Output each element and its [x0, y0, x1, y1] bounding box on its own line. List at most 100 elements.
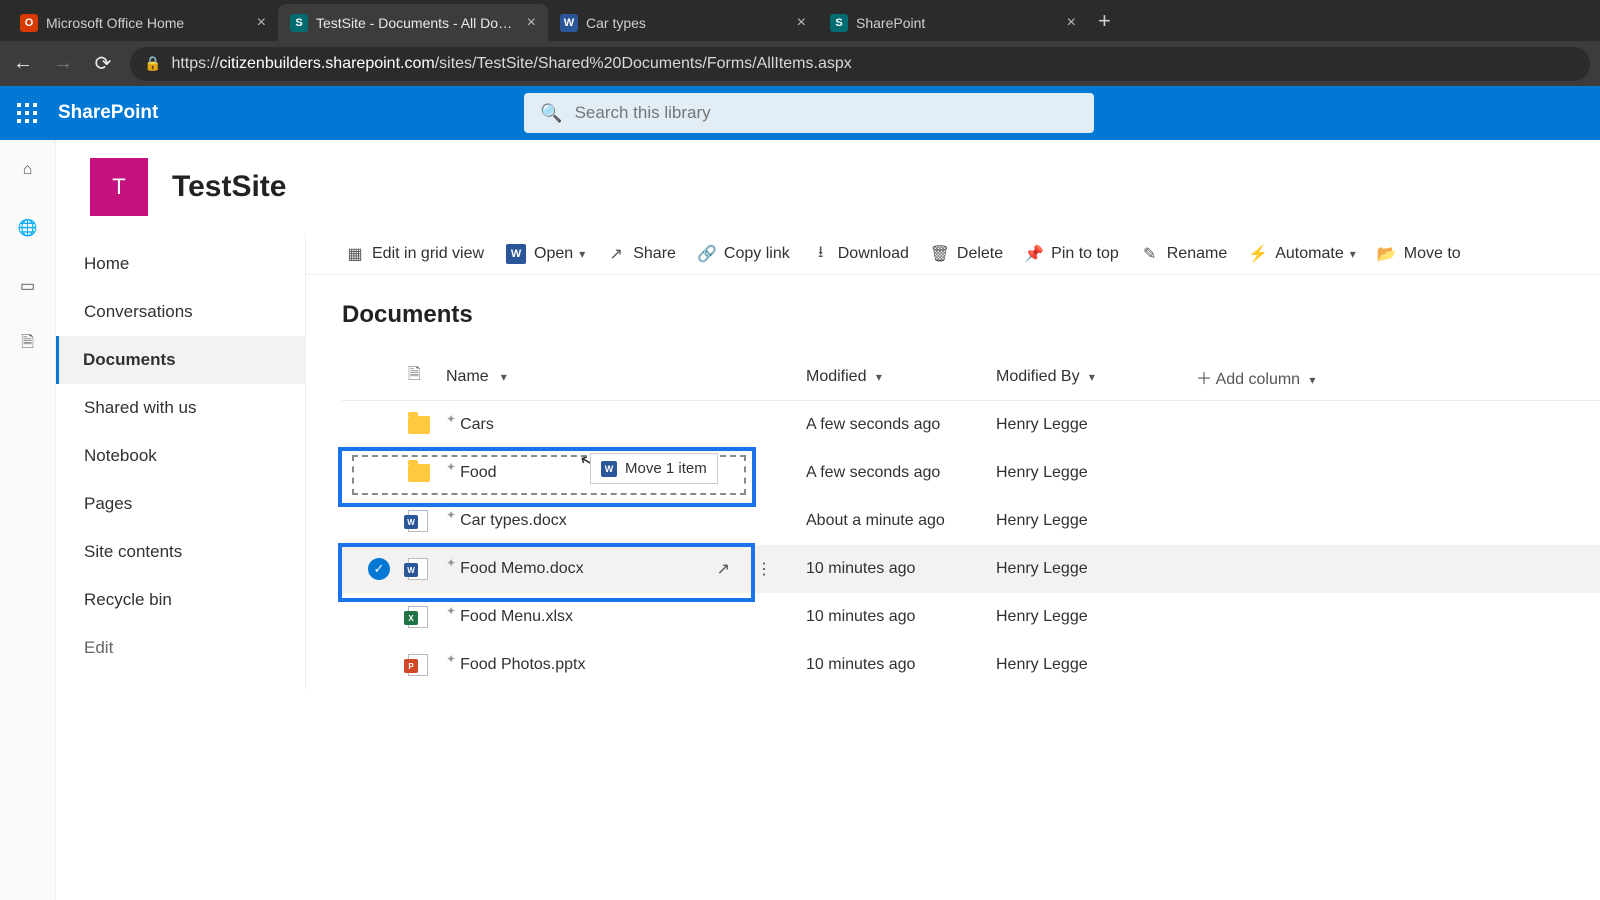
- browser-tab-0[interactable]: O Microsoft Office Home ×: [8, 4, 278, 41]
- search-box[interactable]: 🔍: [524, 93, 1094, 133]
- waffle-icon: [17, 103, 37, 123]
- tab-close-icon[interactable]: ×: [1067, 14, 1076, 32]
- nav-site-contents[interactable]: Site contents: [56, 528, 305, 576]
- favicon-office-icon: O: [20, 14, 38, 32]
- new-indicator-icon: ✦: [446, 508, 456, 522]
- back-button[interactable]: ←: [10, 52, 36, 75]
- cmd-pin[interactable]: 📌Pin to top: [1025, 245, 1119, 263]
- new-indicator-icon: ✦: [446, 412, 456, 426]
- link-icon: 🔗: [698, 245, 716, 263]
- drag-tooltip: W Move 1 item: [590, 453, 718, 484]
- nav-edit[interactable]: Edit: [56, 624, 305, 672]
- cmd-open[interactable]: WOpen▾: [506, 244, 585, 264]
- cmd-copy-link[interactable]: 🔗Copy link: [698, 245, 790, 263]
- list-row[interactable]: P ✦Food Photos.pptx 10 minutes ago Henry…: [342, 641, 1600, 689]
- cmd-automate[interactable]: ⚡Automate▾: [1249, 245, 1356, 263]
- chevron-down-icon: ▾: [1086, 370, 1095, 384]
- cmd-label: Delete: [957, 245, 1003, 263]
- tab-title: TestSite - Documents - All Docum: [316, 15, 519, 31]
- tab-close-icon[interactable]: ×: [257, 14, 266, 32]
- col-label: Modified: [806, 368, 866, 385]
- excel-file-icon: X: [408, 606, 428, 628]
- share-icon[interactable]: ↗: [717, 559, 730, 579]
- flow-icon: ⚡: [1249, 245, 1267, 263]
- site-logo[interactable]: T: [90, 158, 148, 216]
- browser-tab-3[interactable]: S SharePoint ×: [818, 4, 1088, 41]
- nav-shared-with-us[interactable]: Shared with us: [56, 384, 305, 432]
- url-host: citizenbuilders.sharepoint.com: [219, 55, 434, 72]
- cmd-download[interactable]: ⭳Download: [812, 245, 909, 263]
- files-icon[interactable]: 🗎: [16, 332, 40, 356]
- col-label: Add column: [1216, 371, 1301, 388]
- col-name-header[interactable]: Name▾: [446, 368, 806, 386]
- powerpoint-file-icon: P: [408, 654, 428, 676]
- col-label: Modified By: [996, 368, 1080, 385]
- address-bar[interactable]: 🔒 https://citizenbuilders.sharepoint.com…: [130, 47, 1590, 81]
- rename-icon: ✎: [1141, 245, 1159, 263]
- modified-cell: About a minute ago: [806, 512, 996, 530]
- favicon-sharepoint-icon: S: [830, 14, 848, 32]
- cmd-edit-grid[interactable]: ▦Edit in grid view: [346, 245, 484, 263]
- new-indicator-icon: ✦: [446, 460, 456, 474]
- list-row-selected[interactable]: ✓ W ✦Food Memo.docx ↗ ⋮ 10 minutes ago H…: [342, 545, 1600, 593]
- col-add-header[interactable]: ＋ Add column ▾: [1196, 365, 1396, 389]
- file-name[interactable]: Car types.docx: [460, 512, 567, 530]
- cmd-move-to[interactable]: 📂Move to: [1378, 245, 1461, 263]
- list-title: Documents: [342, 301, 1600, 329]
- file-name[interactable]: Food Memo.docx: [460, 560, 584, 578]
- search-input[interactable]: [575, 103, 1079, 123]
- favicon-sharepoint-icon: S: [290, 14, 308, 32]
- download-icon: ⭳: [812, 245, 830, 263]
- tab-strip: O Microsoft Office Home × S TestSite - D…: [0, 0, 1600, 41]
- cmd-delete[interactable]: 🗑Delete: [931, 245, 1003, 263]
- selected-check-icon[interactable]: ✓: [368, 558, 390, 580]
- nav-notebook[interactable]: Notebook: [56, 432, 305, 480]
- command-bar: ▦Edit in grid view WOpen▾ ↗Share 🔗Copy l…: [306, 234, 1600, 275]
- new-tab-button[interactable]: +: [1088, 8, 1121, 34]
- home-icon[interactable]: ⌂: [16, 158, 40, 182]
- tab-title: Microsoft Office Home: [46, 15, 249, 31]
- file-name[interactable]: Food Menu.xlsx: [460, 608, 573, 626]
- reload-button[interactable]: ⟳: [90, 51, 116, 76]
- cmd-label: Open: [534, 245, 573, 263]
- tab-close-icon[interactable]: ×: [527, 14, 536, 32]
- nav-conversations[interactable]: Conversations: [56, 288, 305, 336]
- cmd-share[interactable]: ↗Share: [607, 245, 676, 263]
- modified-cell: A few seconds ago: [806, 416, 996, 434]
- site-title[interactable]: TestSite: [172, 170, 286, 204]
- col-modified-header[interactable]: Modified ▾: [806, 368, 996, 386]
- list-row[interactable]: ✦Cars A few seconds ago Henry Legge: [342, 401, 1600, 449]
- col-modifiedby-header[interactable]: Modified By ▾: [996, 368, 1196, 386]
- list-row[interactable]: X ✦Food Menu.xlsx 10 minutes ago Henry L…: [342, 593, 1600, 641]
- globe-icon[interactable]: 🌐: [16, 216, 40, 240]
- modifiedby-cell: Henry Legge: [996, 656, 1196, 674]
- nav-pages[interactable]: Pages: [56, 480, 305, 528]
- grid-icon: ▦: [346, 245, 364, 263]
- list-row[interactable]: W ✦Car types.docx About a minute ago Hen…: [342, 497, 1600, 545]
- app-launcher-button[interactable]: [0, 103, 54, 123]
- url-scheme: https://: [171, 55, 219, 72]
- news-icon[interactable]: ▭: [16, 274, 40, 298]
- nav-recycle-bin[interactable]: Recycle bin: [56, 576, 305, 624]
- cmd-rename[interactable]: ✎ Rename: [1141, 245, 1227, 263]
- modifiedby-cell: Henry Legge: [996, 464, 1196, 482]
- file-name[interactable]: Food Photos.pptx: [460, 656, 585, 674]
- folder-icon: [408, 416, 430, 434]
- browser-tab-1[interactable]: S TestSite - Documents - All Docum ×: [278, 4, 548, 41]
- tab-close-icon[interactable]: ×: [797, 14, 806, 32]
- modified-cell: 10 minutes ago: [806, 656, 996, 674]
- share-icon: ↗: [607, 245, 625, 263]
- site-nav: Home Conversations Documents Shared with…: [56, 234, 306, 689]
- col-type[interactable]: 🗎: [408, 363, 446, 390]
- nav-documents[interactable]: Documents: [56, 336, 305, 384]
- suite-brand[interactable]: SharePoint: [54, 102, 158, 124]
- list-row-drop-target[interactable]: ↖ W Move 1 item ✦Food A few seconds ago …: [342, 449, 1600, 497]
- more-icon[interactable]: ⋮: [756, 559, 772, 579]
- file-name[interactable]: Cars: [460, 416, 494, 434]
- nav-home[interactable]: Home: [56, 240, 305, 288]
- cmd-label: Rename: [1167, 245, 1227, 263]
- site-region: T TestSite Home Conversations Documents …: [56, 140, 1600, 900]
- forward-button[interactable]: →: [50, 52, 76, 75]
- url-text: https://citizenbuilders.sharepoint.com/s…: [171, 55, 851, 73]
- browser-tab-2[interactable]: W Car types ×: [548, 4, 818, 41]
